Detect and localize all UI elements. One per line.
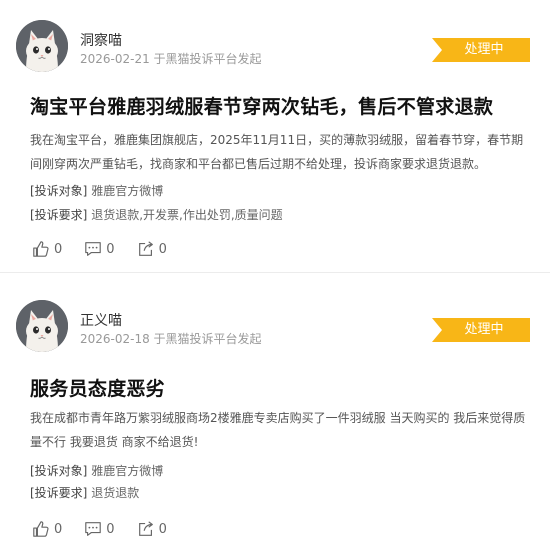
like-count: 0 — [54, 241, 63, 257]
post-meta: 2026-02-21 于黑猫投诉平台发起 — [80, 52, 262, 66]
like-count: 0 — [54, 521, 63, 537]
thumb-up-icon — [33, 521, 49, 537]
complaint-target: [投诉对象] 雅鹿官方微博 — [30, 182, 163, 199]
avatar[interactable] — [16, 20, 68, 72]
comment-count: 0 — [106, 241, 115, 257]
user-name[interactable]: 正义喵 — [80, 310, 122, 330]
complaint-target-label: [投诉对象] — [30, 184, 88, 198]
share-icon — [138, 241, 153, 256]
complaint-target-value[interactable]: 雅鹿官方微博 — [91, 184, 163, 198]
user-name[interactable]: 洞察喵 — [80, 30, 122, 50]
complaint-target-label: [投诉对象] — [30, 464, 88, 478]
share-button[interactable]: 0 — [137, 520, 167, 538]
post-meta: 2026-02-18 于黑猫投诉平台发起 — [80, 332, 262, 346]
complaint-demand-value: 退货退款 — [91, 486, 140, 500]
complaint-demand-value: 退货退款,开发票,作出处罚,质量问题 — [91, 208, 283, 222]
complaint-target-value[interactable]: 雅鹿官方微博 — [91, 464, 163, 478]
avatar[interactable] — [16, 300, 68, 352]
share-icon — [138, 521, 153, 536]
complaint-demand-label: [投诉要求] — [30, 208, 88, 222]
action-bar: 0 0 0 — [32, 520, 189, 538]
complaint-description[interactable]: 我在成都市青年路万紫羽绒服商场2楼雅鹿专卖店购买了一件羽绒服 当天购买的 我后来… — [30, 406, 528, 454]
status-badge: 处理中 — [432, 318, 530, 342]
like-button[interactable]: 0 — [32, 240, 62, 258]
card-divider — [0, 272, 550, 280]
complaint-card[interactable]: 正义喵 2026-02-18 于黑猫投诉平台发起 处理中 服务员态度恶劣 我在成… — [0, 280, 550, 552]
complaint-target: [投诉对象] 雅鹿官方微博 — [30, 462, 163, 479]
cat-avatar-icon — [16, 20, 68, 72]
complaint-card[interactable]: 洞察喵 2026-02-21 于黑猫投诉平台发起 处理中 淘宝平台雅鹿羽绒服春节… — [0, 0, 550, 272]
complaint-demand: [投诉要求] 退货退款,开发票,作出处罚,质量问题 — [30, 206, 283, 223]
complaint-demand: [投诉要求] 退货退款 — [30, 484, 139, 501]
share-count: 0 — [158, 521, 167, 537]
comment-icon — [85, 242, 102, 256]
comment-icon — [85, 522, 102, 536]
status-badge: 处理中 — [432, 38, 530, 62]
comment-button[interactable]: 0 — [84, 240, 115, 258]
complaint-demand-label: [投诉要求] — [30, 486, 88, 500]
action-bar: 0 0 0 — [32, 240, 189, 258]
comment-button[interactable]: 0 — [84, 520, 115, 538]
complaint-description[interactable]: 我在淘宝平台，雅鹿集团旗舰店，2025年11月11日，买的薄款羽绒服，留着春节穿… — [30, 128, 528, 176]
like-button[interactable]: 0 — [32, 520, 62, 538]
complaint-title[interactable]: 服务员态度恶劣 — [30, 374, 530, 401]
cat-avatar-icon — [16, 300, 68, 352]
thumb-up-icon — [33, 241, 49, 257]
share-count: 0 — [158, 241, 167, 257]
comment-count: 0 — [106, 521, 115, 537]
complaint-title[interactable]: 淘宝平台雅鹿羽绒服春节穿两次钻毛，售后不管求退款 — [30, 92, 530, 119]
share-button[interactable]: 0 — [137, 240, 167, 258]
